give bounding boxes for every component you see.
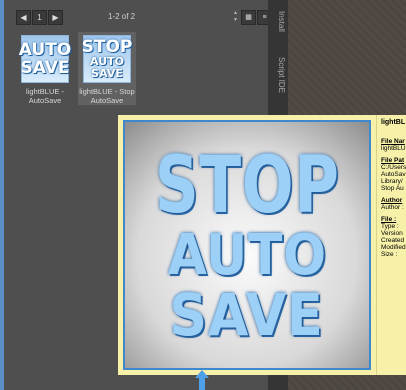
preview-line: SAVE bbox=[169, 281, 325, 349]
list-item[interactable]: AUTO SAVE lightBLUE - AutoSave bbox=[16, 32, 74, 105]
arrow-up-icon bbox=[195, 370, 209, 390]
preview-tooltip: STOP AUTO SAVE lightBL File Nar lightBLU… bbox=[118, 115, 406, 375]
chevron-up-icon[interactable]: ▲ bbox=[233, 10, 238, 17]
file-field: Version bbox=[381, 230, 403, 237]
thumb-text: STOP bbox=[81, 37, 133, 57]
file-field: Type : bbox=[381, 223, 399, 230]
author-value: Author : bbox=[381, 204, 404, 211]
file-header: File : bbox=[381, 216, 397, 223]
preview-image: STOP AUTO SAVE bbox=[123, 120, 371, 370]
file-field: Size : bbox=[381, 251, 398, 258]
info-title: lightBL bbox=[381, 119, 406, 126]
page-number[interactable]: 1 bbox=[32, 10, 47, 25]
tab-install[interactable]: Install bbox=[270, 6, 286, 36]
preview-line: AUTO bbox=[167, 223, 327, 288]
thumb-text: SAVE bbox=[20, 58, 70, 78]
file-name-value: lightBLU bbox=[381, 145, 406, 152]
tile-label: lightBLUE - AutoSave bbox=[26, 87, 64, 105]
preview-frame: STOP AUTO SAVE bbox=[118, 115, 376, 375]
thumbnail-image: STOP AUTO SAVE bbox=[81, 35, 133, 83]
file-field: Modified bbox=[381, 244, 406, 251]
file-path-line: C:/Users bbox=[381, 164, 406, 171]
info-panel: lightBL File Nar lightBLU File Pat C:/Us… bbox=[376, 115, 406, 375]
preview-line: STOP bbox=[154, 141, 340, 231]
file-field: Created bbox=[381, 237, 405, 244]
grid-view-icon[interactable]: ▦ bbox=[241, 10, 256, 25]
page-count: 1-2 of 2 bbox=[108, 12, 136, 21]
forward-icon[interactable]: ▶ bbox=[48, 10, 63, 25]
file-name-header: File Nar bbox=[381, 138, 405, 145]
thumbnail-image: AUTO SAVE bbox=[18, 35, 72, 83]
list-item[interactable]: STOP AUTO SAVE lightBLUE - Stop AutoSave bbox=[78, 32, 136, 105]
thumb-text: AUTO SAVE bbox=[90, 55, 124, 80]
file-path-line: Library/ bbox=[381, 178, 403, 185]
thumb-text: AUTO bbox=[18, 40, 72, 60]
file-path-line: AutoSav bbox=[381, 171, 406, 178]
zoom-stepper[interactable]: ▲ ▼ bbox=[233, 10, 238, 25]
tile-label: lightBLUE - Stop AutoSave bbox=[79, 87, 135, 105]
library-toolbar: ◀ 1 ▶ 1-2 of 2 ▲ ▼ ▦ ≡ bbox=[8, 8, 272, 28]
tab-script-ide[interactable]: Script IDE bbox=[270, 50, 286, 100]
file-path-header: File Pat bbox=[381, 157, 405, 164]
back-icon[interactable]: ◀ bbox=[16, 10, 31, 25]
chevron-down-icon[interactable]: ▼ bbox=[233, 17, 238, 24]
file-path-line: Stop Au bbox=[381, 185, 404, 192]
author-header: Author bbox=[381, 197, 403, 204]
